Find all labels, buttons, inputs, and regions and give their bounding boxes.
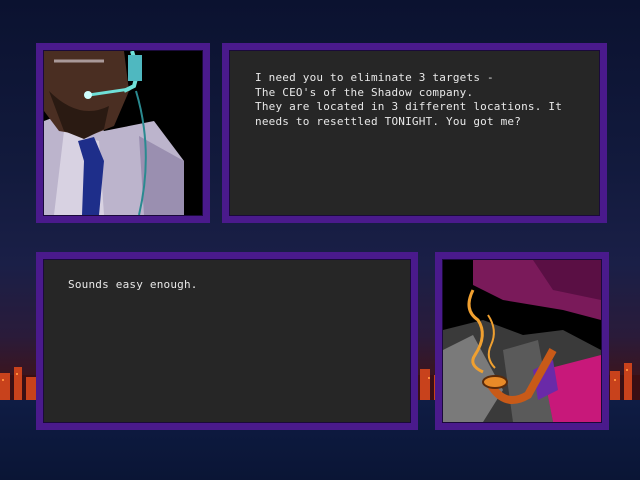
dialog-box-inner: Sounds easy enough. (43, 259, 411, 423)
man-with-headset-icon (44, 51, 202, 215)
dialog-text-bottom: Sounds easy enough. (68, 278, 198, 291)
speaker-portrait-top (36, 43, 210, 223)
dialog-box-inner: I need you to eliminate 3 targets - The … (229, 50, 600, 216)
speaker-portrait-bottom (435, 252, 609, 430)
dialog-text-top: I need you to eliminate 3 targets - The … (255, 71, 563, 128)
hat-and-pipe-agent-icon (443, 260, 601, 422)
portrait-frame (43, 50, 203, 216)
portrait-frame (442, 259, 602, 423)
dialog-box-bottom: Sounds easy enough. (36, 252, 418, 430)
dialog-box-top: I need you to eliminate 3 targets - The … (222, 43, 607, 223)
